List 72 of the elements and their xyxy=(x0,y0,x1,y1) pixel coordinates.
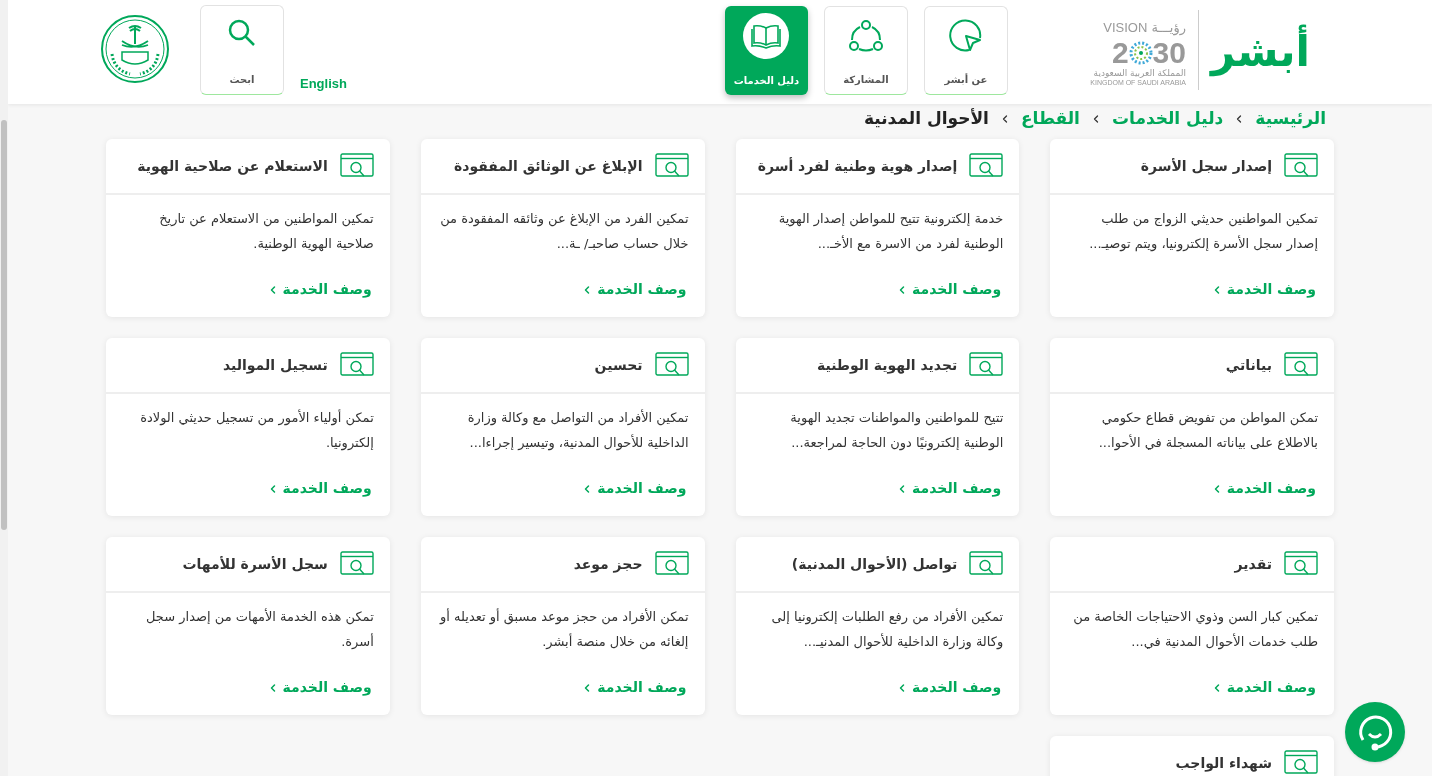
chat-button[interactable] xyxy=(1345,702,1405,762)
vision-word-arabic: رؤيـــة xyxy=(1151,19,1186,38)
card-description: تمكين الأفراد من التواصل مع وكالة وزارة الداخلية للأحوال المدنية، وتيسير إجراءا... xyxy=(466,408,690,453)
card-title: تقدير xyxy=(1234,556,1272,572)
service-description-link[interactable]: وصف الخدمة xyxy=(896,677,1002,698)
breadcrumb-link[interactable]: الرئيسية xyxy=(1255,106,1326,132)
people-network-icon xyxy=(847,19,884,53)
vision-year: 2 xyxy=(1111,37,1129,68)
service-description-link[interactable]: وصف الخدمة xyxy=(266,677,372,698)
service-description-link[interactable]: وصف الخدمة xyxy=(581,279,687,300)
nav-tile[interactable]: عن أبشر xyxy=(923,6,1008,95)
search-window-icon xyxy=(1284,551,1318,577)
search-window-icon xyxy=(969,352,1004,378)
card-description: خدمة إلكترونية تتيح للمواطن إصدار الهوية الوطنية لفرد من الاسرة مع الأخـ... xyxy=(777,210,1005,254)
service-description-link[interactable]: وصف الخدمة xyxy=(1210,677,1316,698)
breadcrumb-link[interactable]: دليل الخدمات xyxy=(1111,106,1224,132)
service-description-link[interactable]: وصف الخدمة xyxy=(1210,478,1316,499)
card-description: تمكين كبار السن وذوي الاحتياجات الخاصة من طلب خدمات الأحوال المدنية في... xyxy=(1072,608,1319,652)
search-window-icon xyxy=(339,352,374,378)
card-title: تسجيل المواليد xyxy=(223,357,328,373)
card-title: تحسين xyxy=(594,357,643,373)
search-window-icon xyxy=(654,551,689,577)
starburst-icon xyxy=(1128,40,1153,65)
language-link[interactable]: English xyxy=(300,74,347,94)
search-window-icon xyxy=(969,153,1004,179)
card-description: تمكين الفرد من الإبلاغ عن وثائقه المفقودة من خلال حساب صاحبـ/ ـة... xyxy=(439,210,690,253)
card-description: تمكين المواطنين حديثي الزواج من طلب إصدار سجل الأسرة إلكترونيا، ويتم توصيـ... xyxy=(1088,210,1319,254)
current-page-label: الأحوال المدنية xyxy=(863,107,989,131)
card-description: تتيح للمواطنين والمواطنات تجديد الهوية الوطنية إلكترونيًا دون الحاجة لمراجعة... xyxy=(789,409,1005,453)
search-window-icon xyxy=(654,352,689,378)
nav-tile[interactable]: المشاركة xyxy=(823,6,908,95)
card-title: الاستعلام عن صلاحية الهوية xyxy=(137,158,328,174)
service-description-link[interactable]: وصف الخدمة xyxy=(581,677,687,698)
card-title: شهداء الواجب xyxy=(1175,755,1272,771)
emblem-icon xyxy=(100,14,170,84)
search-tile[interactable]: ابحث xyxy=(200,5,284,95)
card-title: سجل الأسرة للأمهات xyxy=(182,556,328,572)
service-description-link[interactable]: وصف الخدمة xyxy=(1210,279,1316,300)
country-name-arabic: المملكة العربية السعودية xyxy=(1093,67,1186,79)
search-window-icon xyxy=(1284,352,1318,378)
breadcrumb-link[interactable]: القطاع xyxy=(1020,106,1080,132)
card-title: إصدار سجل الأسرة xyxy=(1140,158,1272,174)
service-description-link[interactable]: وصف الخدمة xyxy=(896,478,1002,499)
vision-year: 30 xyxy=(1152,37,1186,68)
card-description: تمكن الأفراد من حجز موعد مسبق أو تعديله أو إلغائه من خلال منصة أبشر. xyxy=(438,607,690,652)
card-description: تمكن المواطن من تفويض قطاع حكومي بالاطلاع على بياناته المسجلة في الأحوا... xyxy=(1097,409,1319,453)
card-description: تمكن هذه الخدمة الأمهات من إصدار سجل أسرة. xyxy=(145,607,375,651)
card-title: الإبلاغ عن الوثائق المفقودة xyxy=(454,158,643,174)
card-description: تمكين الأفراد من رفع الطلبات إلكترونيا إلى وكالة وزارة الداخلية للأحوال المدنيـ... xyxy=(770,607,1005,652)
card-title: تواصل (الأحوال المدنية) xyxy=(791,556,958,572)
search-window-icon xyxy=(339,153,374,179)
service-description-link[interactable]: وصف الخدمة xyxy=(266,478,372,499)
nav-tile[interactable]: دليل الخدمات xyxy=(724,6,808,95)
search-window-icon xyxy=(1284,153,1318,179)
card-title: إصدار هوية وطنية لفرد أسرة xyxy=(757,158,958,174)
search-window-icon xyxy=(654,153,689,179)
vision-word: VISION xyxy=(1103,19,1148,37)
search-icon xyxy=(227,18,257,48)
book-icon xyxy=(743,13,790,59)
service-description-link[interactable]: وصف الخدمة xyxy=(266,279,372,300)
service-description-link[interactable]: وصف الخدمة xyxy=(581,478,687,499)
search-window-icon xyxy=(1284,750,1318,776)
brand-logo[interactable]: أبشر xyxy=(1210,22,1310,82)
service-description-link[interactable]: وصف الخدمة xyxy=(896,279,1002,300)
search-window-icon xyxy=(339,551,374,577)
card-description: تمكن أولياء الأمور من تسجيل حديثي الولادة إلكترونيا. xyxy=(139,408,375,453)
card-title: تجديد الهوية الوطنية xyxy=(816,357,958,373)
card-title: بياناتي xyxy=(1225,357,1272,373)
card-description: تمكين المواطنين من الاستعلام عن تاريخ صلاحية الهوية الوطنية. xyxy=(158,210,375,254)
cursor-circle-icon xyxy=(948,19,983,53)
card-title: حجز موعد xyxy=(573,556,643,572)
search-window-icon xyxy=(969,551,1004,577)
